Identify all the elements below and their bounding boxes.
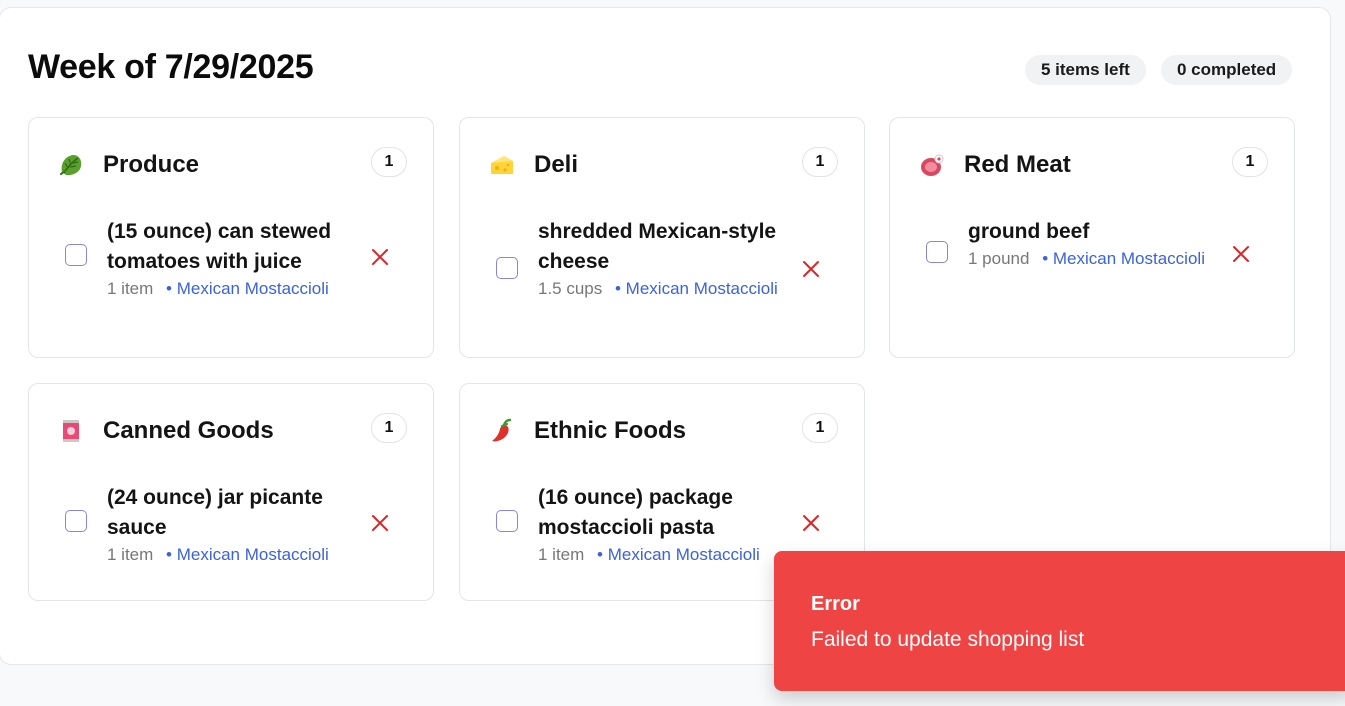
close-icon xyxy=(803,261,819,277)
category-count-badge: 1 xyxy=(371,413,407,443)
completed-badge: 0 completed xyxy=(1161,55,1293,85)
list-item: (15 ounce) can stewed tomatoes with juic… xyxy=(107,217,347,301)
category-name: Canned Goods xyxy=(103,417,274,444)
category-count-badge: 1 xyxy=(802,413,838,443)
page-title: Week of 7/29/2025 xyxy=(28,48,314,86)
item-quantity: 1 item xyxy=(107,279,154,298)
item-name: (24 ounce) jar picante sauce xyxy=(107,486,323,539)
remove-item-button[interactable] xyxy=(369,512,391,534)
chili-pepper-icon xyxy=(488,417,516,445)
item-meta: 1 pound • Mexican Mostaccioli xyxy=(968,247,1208,271)
item-meta: 1.5 cups • Mexican Mostaccioli xyxy=(538,277,778,301)
item-quantity: 1 item xyxy=(538,545,585,564)
remove-item-button[interactable] xyxy=(800,258,822,280)
recipe-link[interactable]: • Mexican Mostaccioli xyxy=(1042,249,1205,268)
item-name: (16 ounce) package mostaccioli pasta xyxy=(538,486,733,539)
toast-title: Error xyxy=(811,593,860,615)
item-name: (15 ounce) can stewed tomatoes with juic… xyxy=(107,220,332,273)
canned-food-icon xyxy=(57,417,85,445)
item-meta: 1 item • Mexican Mostaccioli xyxy=(107,543,347,567)
item-meta: 1 item • Mexican Mostaccioli xyxy=(107,277,347,301)
category-card-deli: Deli 1 shredded Mexican-style cheese 1.5… xyxy=(459,117,865,358)
recipe-link[interactable]: • Mexican Mostaccioli xyxy=(166,545,329,564)
category-name: Red Meat xyxy=(964,151,1071,178)
item-name: shredded Mexican-style cheese xyxy=(538,220,777,273)
category-count-badge: 1 xyxy=(371,147,407,177)
recipe-link[interactable]: • Mexican Mostaccioli xyxy=(615,279,778,298)
item-checkbox[interactable] xyxy=(65,244,87,266)
leafy-greens-icon xyxy=(57,151,85,179)
category-name: Produce xyxy=(103,151,200,178)
category-count-badge: 1 xyxy=(1232,147,1268,177)
remove-item-button[interactable] xyxy=(369,246,391,268)
item-quantity: 1 pound xyxy=(968,249,1030,268)
item-quantity: 1 item xyxy=(107,545,154,564)
item-checkbox[interactable] xyxy=(65,510,87,532)
list-item: ground beef 1 pound • Mexican Mostacciol… xyxy=(968,217,1208,271)
remove-item-button[interactable] xyxy=(800,512,822,534)
list-item: shredded Mexican-style cheese 1.5 cups •… xyxy=(538,217,778,301)
category-name: Deli xyxy=(534,151,579,178)
error-toast[interactable]: Error Failed to update shopping list xyxy=(774,551,1345,691)
item-name: ground beef xyxy=(968,220,1090,243)
item-checkbox[interactable] xyxy=(926,241,948,263)
recipe-link[interactable]: • Mexican Mostaccioli xyxy=(166,279,329,298)
toast-message: Failed to update shopping list xyxy=(811,628,1085,651)
item-checkbox[interactable] xyxy=(496,510,518,532)
category-card-canned-goods: Canned Goods 1 (24 ounce) jar picante sa… xyxy=(28,383,434,601)
cheese-icon xyxy=(488,151,516,179)
list-item: (24 ounce) jar picante sauce 1 item • Me… xyxy=(107,483,347,567)
item-meta: 1 item • Mexican Mostaccioli xyxy=(538,543,778,567)
meat-icon xyxy=(918,151,946,179)
category-count-badge: 1 xyxy=(802,147,838,177)
close-icon xyxy=(372,249,388,265)
category-card-red-meat: Red Meat 1 ground beef 1 pound • Mexican… xyxy=(889,117,1295,358)
items-left-badge: 5 items left xyxy=(1025,55,1146,85)
close-icon xyxy=(1233,246,1249,262)
category-name: Ethnic Foods xyxy=(534,417,686,444)
category-card-produce: Produce 1 (15 ounce) can stewed tomatoes… xyxy=(28,117,434,358)
item-checkbox[interactable] xyxy=(496,257,518,279)
remove-item-button[interactable] xyxy=(1230,243,1252,265)
recipe-link[interactable]: • Mexican Mostaccioli xyxy=(597,545,760,564)
close-icon xyxy=(803,515,819,531)
item-quantity: 1.5 cups xyxy=(538,279,603,298)
close-icon xyxy=(372,515,388,531)
list-item: (16 ounce) package mostaccioli pasta 1 i… xyxy=(538,483,778,567)
